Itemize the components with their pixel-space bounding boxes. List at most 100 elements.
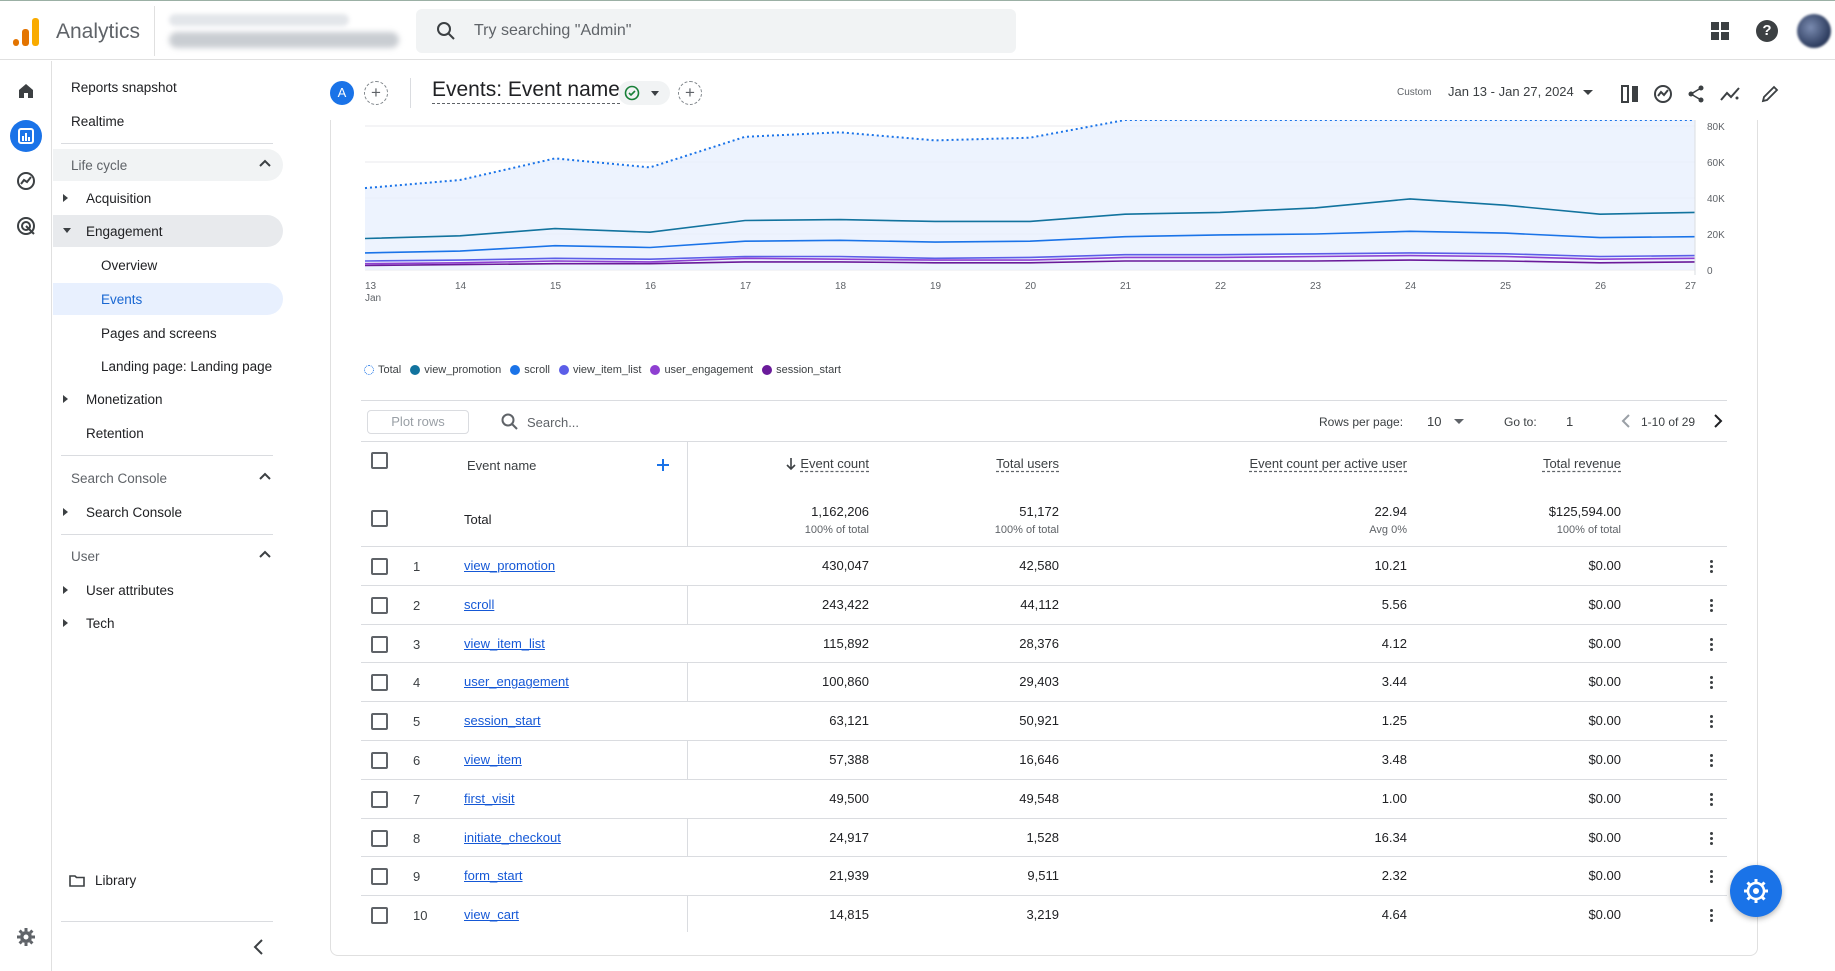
event-name-link[interactable]: view_item_list	[464, 636, 545, 651]
legend-item[interactable]: scroll	[510, 364, 550, 376]
row-checkbox[interactable]	[371, 790, 388, 808]
account-selector[interactable]	[154, 6, 404, 56]
event-name-link[interactable]: view_cart	[464, 907, 519, 922]
table-row[interactable]: 10 view_cart 14,815 3,219 4.64 $0.00	[361, 896, 1727, 935]
table-search-input[interactable]	[527, 412, 827, 432]
table-row[interactable]: 6 view_item 57,388 16,646 3.48 $0.00	[361, 741, 1727, 780]
more-vert-icon[interactable]	[1710, 831, 1714, 846]
reports-icon[interactable]	[10, 120, 42, 152]
more-vert-icon[interactable]	[1710, 637, 1714, 652]
help-icon[interactable]: ?	[1756, 20, 1778, 42]
nav-tech[interactable]: Tech	[53, 607, 283, 639]
nav-landing-page[interactable]: Landing page: Landing page	[53, 350, 283, 382]
date-range-picker[interactable]: Jan 13 - Jan 27, 2024	[1448, 84, 1574, 99]
nav-pages-screens[interactable]: Pages and screens	[53, 317, 283, 349]
nav-retention[interactable]: Retention	[53, 417, 283, 449]
row-checkbox[interactable]	[371, 751, 388, 769]
assistant-fab-button[interactable]	[1730, 865, 1782, 917]
nav-user-attributes[interactable]: User attributes	[53, 574, 283, 606]
apps-grid-icon[interactable]	[1711, 22, 1729, 40]
row-checkbox[interactable]	[371, 907, 388, 925]
more-vert-icon[interactable]	[1710, 598, 1714, 613]
status-badge[interactable]	[618, 81, 670, 105]
event-name-link[interactable]: first_visit	[464, 791, 515, 806]
col-total-revenue[interactable]: Total revenue	[1543, 456, 1621, 471]
chevron-left-icon[interactable]	[1619, 413, 1633, 429]
home-icon[interactable]	[10, 75, 42, 107]
more-vert-icon[interactable]	[1710, 560, 1714, 574]
nav-section-user[interactable]: User	[53, 540, 283, 572]
table-row[interactable]: 9 form_start 21,939 9,511 2.32 $0.00	[361, 857, 1727, 897]
nav-realtime[interactable]: Realtime	[53, 105, 283, 137]
sort-arrow-down-icon[interactable]	[785, 457, 797, 471]
legend-item[interactable]: session_start	[762, 364, 841, 376]
row-checkbox[interactable]	[371, 596, 388, 614]
add-comparison-plus-icon[interactable]: +	[364, 81, 388, 105]
analytics-logo-icon[interactable]	[12, 17, 40, 47]
event-name-link[interactable]: session_start	[464, 713, 541, 728]
app-title[interactable]: Analytics	[56, 20, 140, 44]
legend-item[interactable]: view_promotion	[410, 364, 501, 376]
add-filter-plus-icon[interactable]: +	[678, 81, 702, 105]
event-name-link[interactable]: user_engagement	[464, 674, 569, 689]
advertising-icon[interactable]	[10, 210, 42, 242]
row-checkbox[interactable]	[371, 674, 388, 692]
search-input[interactable]	[474, 19, 974, 43]
nav-engagement[interactable]: Engagement	[53, 215, 283, 247]
legend-item[interactable]: user_engagement	[650, 364, 753, 376]
rows-per-page-select[interactable]: 10	[1427, 414, 1441, 429]
insights-icon[interactable]	[1653, 84, 1673, 104]
more-vert-icon[interactable]	[1710, 676, 1714, 690]
more-vert-icon[interactable]	[1710, 753, 1714, 768]
table-row[interactable]: 7 first_visit 49,500 49,548 1.00 $0.00	[361, 779, 1727, 819]
row-checkbox[interactable]	[371, 829, 388, 847]
share-icon[interactable]	[1686, 84, 1706, 104]
more-vert-icon[interactable]	[1710, 792, 1714, 807]
avatar[interactable]	[1797, 14, 1831, 48]
event-name-link[interactable]: view_item	[464, 752, 522, 767]
row-checkbox[interactable]	[371, 713, 388, 731]
nav-acquisition[interactable]: Acquisition	[53, 182, 283, 214]
page-title[interactable]: Events: Event name	[432, 78, 620, 104]
row-checkbox[interactable]	[371, 868, 388, 886]
add-dimension-plus-icon[interactable]	[656, 458, 670, 472]
chevron-down-icon[interactable]	[1454, 419, 1464, 424]
nav-overview[interactable]: Overview	[53, 249, 283, 281]
explore-icon[interactable]	[10, 165, 42, 197]
more-vert-icon[interactable]	[1710, 909, 1714, 923]
global-search[interactable]	[416, 9, 1016, 53]
plot-rows-button[interactable]: Plot rows	[367, 410, 469, 434]
table-row[interactable]: 4 user_engagement 100,860 29,403 3.44 $0.00	[361, 663, 1727, 703]
select-all-checkbox[interactable]	[371, 452, 388, 469]
legend-item[interactable]: view_item_list	[558, 364, 641, 376]
nav-section-lifecycle[interactable]: Life cycle	[53, 149, 283, 181]
legend-item[interactable]: Total	[364, 364, 401, 376]
col-event-count-per-user[interactable]: Event count per active user	[1249, 456, 1407, 471]
goto-page-input[interactable]: 1	[1566, 414, 1573, 429]
event-name-link[interactable]: form_start	[464, 868, 523, 883]
nav-events[interactable]: Events	[53, 283, 283, 315]
col-total-users[interactable]: Total users	[996, 456, 1059, 471]
row-checkbox[interactable]	[371, 635, 388, 653]
nav-library[interactable]: Library	[69, 873, 136, 888]
col-event-count[interactable]: Event count	[800, 456, 869, 471]
date-dropdown-icon[interactable]	[1583, 90, 1593, 95]
event-name-link[interactable]: view_promotion	[464, 558, 555, 573]
row-checkbox[interactable]	[371, 558, 388, 575]
total-row-checkbox[interactable]	[371, 510, 388, 527]
edit-pencil-icon[interactable]	[1760, 84, 1780, 104]
comparison-chip[interactable]: A	[330, 81, 354, 105]
trend-sparkle-icon[interactable]	[1719, 84, 1741, 104]
collapse-chevron-left-icon[interactable]	[249, 937, 269, 957]
event-name-link[interactable]: initiate_checkout	[464, 830, 561, 845]
nav-search-console[interactable]: Search Console	[53, 496, 283, 528]
compare-columns-icon[interactable]	[1620, 84, 1640, 104]
table-row[interactable]: 3 view_item_list 115,892 28,376 4.12 $0.00	[361, 624, 1727, 664]
more-vert-icon[interactable]	[1710, 715, 1714, 729]
table-row[interactable]: 8 initiate_checkout 24,917 1,528 16.34 $0.00	[361, 819, 1727, 858]
more-vert-icon[interactable]	[1710, 870, 1714, 884]
nav-monetization[interactable]: Monetization	[53, 383, 283, 415]
chevron-right-icon[interactable]	[1711, 413, 1725, 429]
event-name-link[interactable]: scroll	[464, 597, 494, 612]
nav-section-search-console[interactable]: Search Console	[53, 462, 283, 494]
